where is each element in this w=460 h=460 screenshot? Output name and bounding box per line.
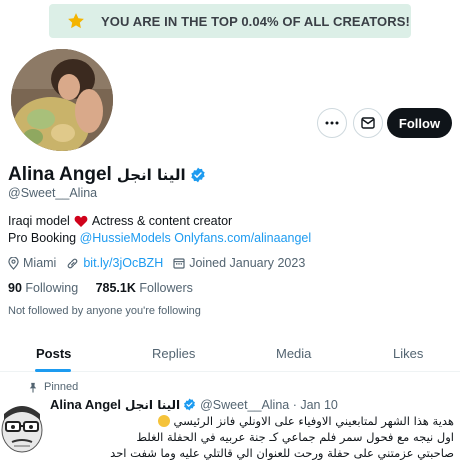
smiling-face-emoji-icon bbox=[157, 415, 170, 427]
website-link[interactable]: bit.ly/3jOcBZH bbox=[83, 256, 163, 270]
pinned-text: Pinned bbox=[44, 381, 79, 393]
link-icon bbox=[68, 258, 78, 268]
heart-icon bbox=[74, 215, 88, 227]
bio-line-2: Pro Booking @HussieModels Onlyfans.com/a… bbox=[8, 231, 311, 245]
profile-avatar[interactable] bbox=[8, 46, 116, 154]
post-line-1-text: هدية هذا الشهر لمتابعيني الاوفياء على ال… bbox=[173, 414, 454, 428]
bio-mention-link[interactable]: @HussieModels bbox=[80, 231, 171, 245]
tab-media[interactable]: Media bbox=[276, 346, 311, 361]
follow-counts: 90 Following 785.1K Followers bbox=[8, 281, 193, 295]
followers-link[interactable]: 785.1K Followers bbox=[96, 281, 193, 295]
not-followed-notice: Not followed by anyone you're following bbox=[8, 305, 201, 317]
tab-likes[interactable]: Likes bbox=[393, 346, 423, 361]
profile-handle: @Sweet__Alina bbox=[8, 186, 98, 200]
website-item[interactable]: bit.ly/3jOcBZH bbox=[66, 256, 163, 270]
creator-rank-banner: YOU ARE IN THE TOP 0.04% OF ALL CREATORS… bbox=[49, 4, 411, 38]
profile-name-row: Alina Angel الينا انجل bbox=[8, 164, 206, 186]
active-tab-indicator bbox=[35, 369, 71, 372]
location-text: Miami bbox=[23, 256, 57, 270]
post-handle-date: @Sweet__Alina · Jan 10 bbox=[200, 397, 338, 412]
calendar-icon bbox=[173, 258, 185, 269]
post-author-avatar[interactable] bbox=[0, 394, 44, 460]
location-pin-icon bbox=[8, 256, 19, 270]
follow-button[interactable]: Follow bbox=[387, 108, 452, 138]
pin-icon bbox=[29, 382, 37, 393]
post-author-arabic: الينا انجل bbox=[125, 397, 181, 412]
pinned-label: Pinned bbox=[28, 381, 78, 393]
following-label: Following bbox=[25, 281, 79, 295]
message-icon bbox=[361, 117, 375, 129]
post-text-line-3: صاحبتي عزمتني على حفلة ورحت للعنوان الي … bbox=[110, 446, 454, 460]
bio-prefix: Pro Booking bbox=[8, 231, 77, 245]
profile-meta: Miami bit.ly/3jOcBZH Joined January 2023 bbox=[8, 256, 315, 270]
more-button[interactable] bbox=[317, 108, 347, 138]
post-author-name[interactable]: Alina Angel bbox=[50, 397, 121, 412]
display-name: Alina Angel bbox=[8, 164, 112, 185]
post-text-line-2: اول نيجه مع فحول سمر فلم جماعي كـ جنة عر… bbox=[136, 430, 454, 444]
banner-text: YOU ARE IN THE TOP 0.04% OF ALL CREATORS… bbox=[101, 14, 410, 29]
verified-badge-icon bbox=[191, 167, 205, 183]
following-link[interactable]: 90 Following bbox=[8, 281, 78, 295]
location-item: Miami bbox=[8, 256, 56, 270]
tab-replies[interactable]: Replies bbox=[152, 346, 195, 361]
bio-text-a: Iraqi model bbox=[8, 214, 70, 228]
profile-tabs: Posts Replies Media Likes bbox=[0, 338, 460, 372]
joined-text: Joined January 2023 bbox=[189, 256, 306, 270]
post-text-line-1: هدية هذا الشهر لمتابعيني الاوفياء على ال… bbox=[156, 414, 454, 428]
post-header: Alina Angel الينا انجل @Sweet__Alina · J… bbox=[50, 397, 338, 412]
bio-url-link[interactable]: Onlyfans.com/alinaangel bbox=[174, 231, 311, 245]
more-icon bbox=[325, 121, 339, 125]
arabic-name: الينا انجل bbox=[116, 166, 186, 184]
star-icon bbox=[68, 13, 84, 29]
bio-text-b: Actress & content creator bbox=[91, 214, 233, 228]
bio-line-1: Iraqi model Actress & content creator bbox=[8, 214, 232, 228]
joined-item: Joined January 2023 bbox=[173, 256, 305, 270]
cartoon-avatar-image bbox=[1, 406, 43, 453]
following-count: 90 bbox=[8, 281, 22, 295]
followers-label: Followers bbox=[139, 281, 193, 295]
avatar-photo bbox=[11, 49, 113, 151]
message-button[interactable] bbox=[353, 108, 383, 138]
verified-badge-icon bbox=[184, 398, 196, 411]
tab-posts[interactable]: Posts bbox=[36, 346, 71, 361]
followers-count: 785.1K bbox=[95, 281, 136, 295]
